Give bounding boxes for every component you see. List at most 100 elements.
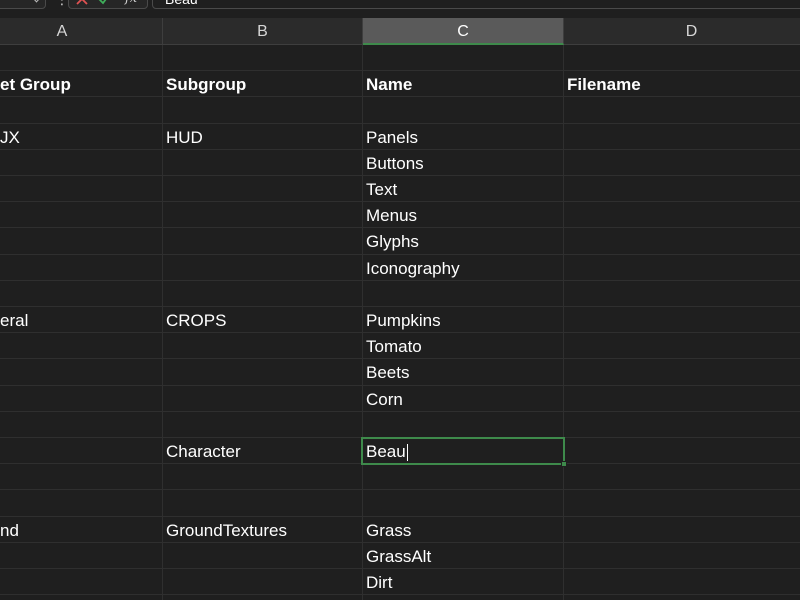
cell-b[interactable] xyxy=(166,255,360,281)
cell-a[interactable]: eral xyxy=(0,307,160,333)
cell-b[interactable] xyxy=(166,45,360,71)
cell-a[interactable] xyxy=(0,176,160,202)
cell-b[interactable] xyxy=(166,176,360,202)
cell-a[interactable] xyxy=(0,438,160,464)
cell-c[interactable]: GrassAlt xyxy=(366,543,561,569)
cell-c[interactable]: Text xyxy=(366,176,561,202)
cell-c[interactable]: Iconography xyxy=(366,255,561,281)
cell-c[interactable]: Grass xyxy=(366,517,561,543)
cell-d[interactable] xyxy=(567,595,797,600)
cell-d[interactable] xyxy=(567,281,797,307)
cell-d[interactable] xyxy=(567,543,797,569)
cell-d[interactable] xyxy=(567,359,797,385)
cell-a[interactable] xyxy=(0,150,160,176)
cell-a[interactable] xyxy=(0,255,160,281)
cell-d[interactable] xyxy=(567,45,797,71)
cell-a[interactable] xyxy=(0,569,160,595)
cell-a[interactable] xyxy=(0,490,160,516)
cell-b[interactable] xyxy=(166,97,360,123)
cell-a[interactable] xyxy=(0,595,160,600)
cell-b[interactable] xyxy=(166,569,360,595)
cell-a[interactable] xyxy=(0,202,160,228)
cell-a[interactable] xyxy=(0,97,160,123)
cell-c[interactable] xyxy=(366,412,561,438)
cell-d[interactable] xyxy=(567,176,797,202)
cell-c[interactable] xyxy=(366,97,561,123)
cell-a[interactable] xyxy=(0,386,160,412)
cell-d[interactable] xyxy=(567,438,797,464)
name-box[interactable] xyxy=(0,0,46,9)
cell-d[interactable] xyxy=(567,464,797,490)
cell-c[interactable] xyxy=(366,45,561,71)
column-header-b[interactable]: B xyxy=(163,18,363,45)
column-header-a[interactable]: A xyxy=(0,18,163,45)
check-icon[interactable] xyxy=(97,0,111,6)
cell-c[interactable]: Name xyxy=(366,71,561,97)
cell-b[interactable]: Character xyxy=(166,438,360,464)
cell-d[interactable] xyxy=(567,307,797,333)
cell-d[interactable] xyxy=(567,150,797,176)
cell-c[interactable]: Buttons xyxy=(366,150,561,176)
cell-a[interactable] xyxy=(0,464,160,490)
cell-d[interactable] xyxy=(567,97,797,123)
cell-d[interactable] xyxy=(567,333,797,359)
cell-b[interactable]: CROPS xyxy=(166,307,360,333)
cell-c[interactable]: Dirt xyxy=(366,569,561,595)
cell-d[interactable] xyxy=(567,124,797,150)
cell-c[interactable] xyxy=(366,490,561,516)
formula-input[interactable]: Beau xyxy=(152,0,800,9)
column-header-d[interactable]: D xyxy=(564,18,800,45)
cell-d[interactable] xyxy=(567,517,797,543)
chevron-down-icon[interactable] xyxy=(31,0,42,3)
cell-d[interactable] xyxy=(567,202,797,228)
cell-b[interactable] xyxy=(166,490,360,516)
cell-d[interactable] xyxy=(567,569,797,595)
cell-c[interactable] xyxy=(366,281,561,307)
cell-b[interactable] xyxy=(166,359,360,385)
cell-b[interactable] xyxy=(166,595,360,600)
cell-c[interactable]: Panels xyxy=(366,124,561,150)
cell-c[interactable] xyxy=(366,464,561,490)
cell-c[interactable]: Corn xyxy=(366,386,561,412)
cell-c[interactable]: Tomato xyxy=(366,333,561,359)
cell-a[interactable]: JX xyxy=(0,124,160,150)
cell-b[interactable]: GroundTextures xyxy=(166,517,360,543)
cell-b[interactable] xyxy=(166,386,360,412)
cell-b[interactable] xyxy=(166,281,360,307)
cell-b[interactable] xyxy=(166,150,360,176)
cell-a[interactable] xyxy=(0,228,160,254)
cell-c[interactable]: Beets xyxy=(366,359,561,385)
cell-d[interactable]: Filename xyxy=(567,71,797,97)
cross-icon[interactable] xyxy=(75,0,89,6)
cell-b[interactable] xyxy=(166,412,360,438)
cell-d[interactable] xyxy=(567,490,797,516)
cell-a[interactable] xyxy=(0,412,160,438)
cell-b[interactable] xyxy=(166,464,360,490)
cell-b[interactable] xyxy=(166,333,360,359)
cell-c[interactable]: Menus xyxy=(366,202,561,228)
active-cell-outline[interactable] xyxy=(361,437,567,467)
cell-b[interactable]: Subgroup xyxy=(166,71,360,97)
cell-d[interactable] xyxy=(567,255,797,281)
cell-b[interactable]: HUD xyxy=(166,124,360,150)
insert-function-icon[interactable]: fx xyxy=(125,0,137,7)
cell-a[interactable]: nd xyxy=(0,517,160,543)
cell-d[interactable] xyxy=(567,228,797,254)
cell-b[interactable] xyxy=(166,543,360,569)
cell-c[interactable] xyxy=(366,595,561,600)
cell-a[interactable] xyxy=(0,359,160,385)
cell-d[interactable] xyxy=(567,386,797,412)
cell-a[interactable] xyxy=(0,45,160,71)
cell-a[interactable] xyxy=(0,281,160,307)
cell-grid[interactable]: et Group Subgroup Name Filename JX HUD Panels B… xyxy=(0,45,800,600)
column-header-c[interactable]: C xyxy=(363,18,564,45)
cell-a[interactable] xyxy=(0,543,160,569)
cell-c[interactable]: Pumpkins xyxy=(366,307,561,333)
more-options-icon[interactable]: ⋮ xyxy=(55,0,69,7)
cell-d[interactable] xyxy=(567,412,797,438)
cell-b[interactable] xyxy=(166,202,360,228)
cell-a[interactable]: et Group xyxy=(0,71,160,97)
cell-c[interactable]: Glyphs xyxy=(366,228,561,254)
cell-a[interactable] xyxy=(0,333,160,359)
cell-b[interactable] xyxy=(166,228,360,254)
